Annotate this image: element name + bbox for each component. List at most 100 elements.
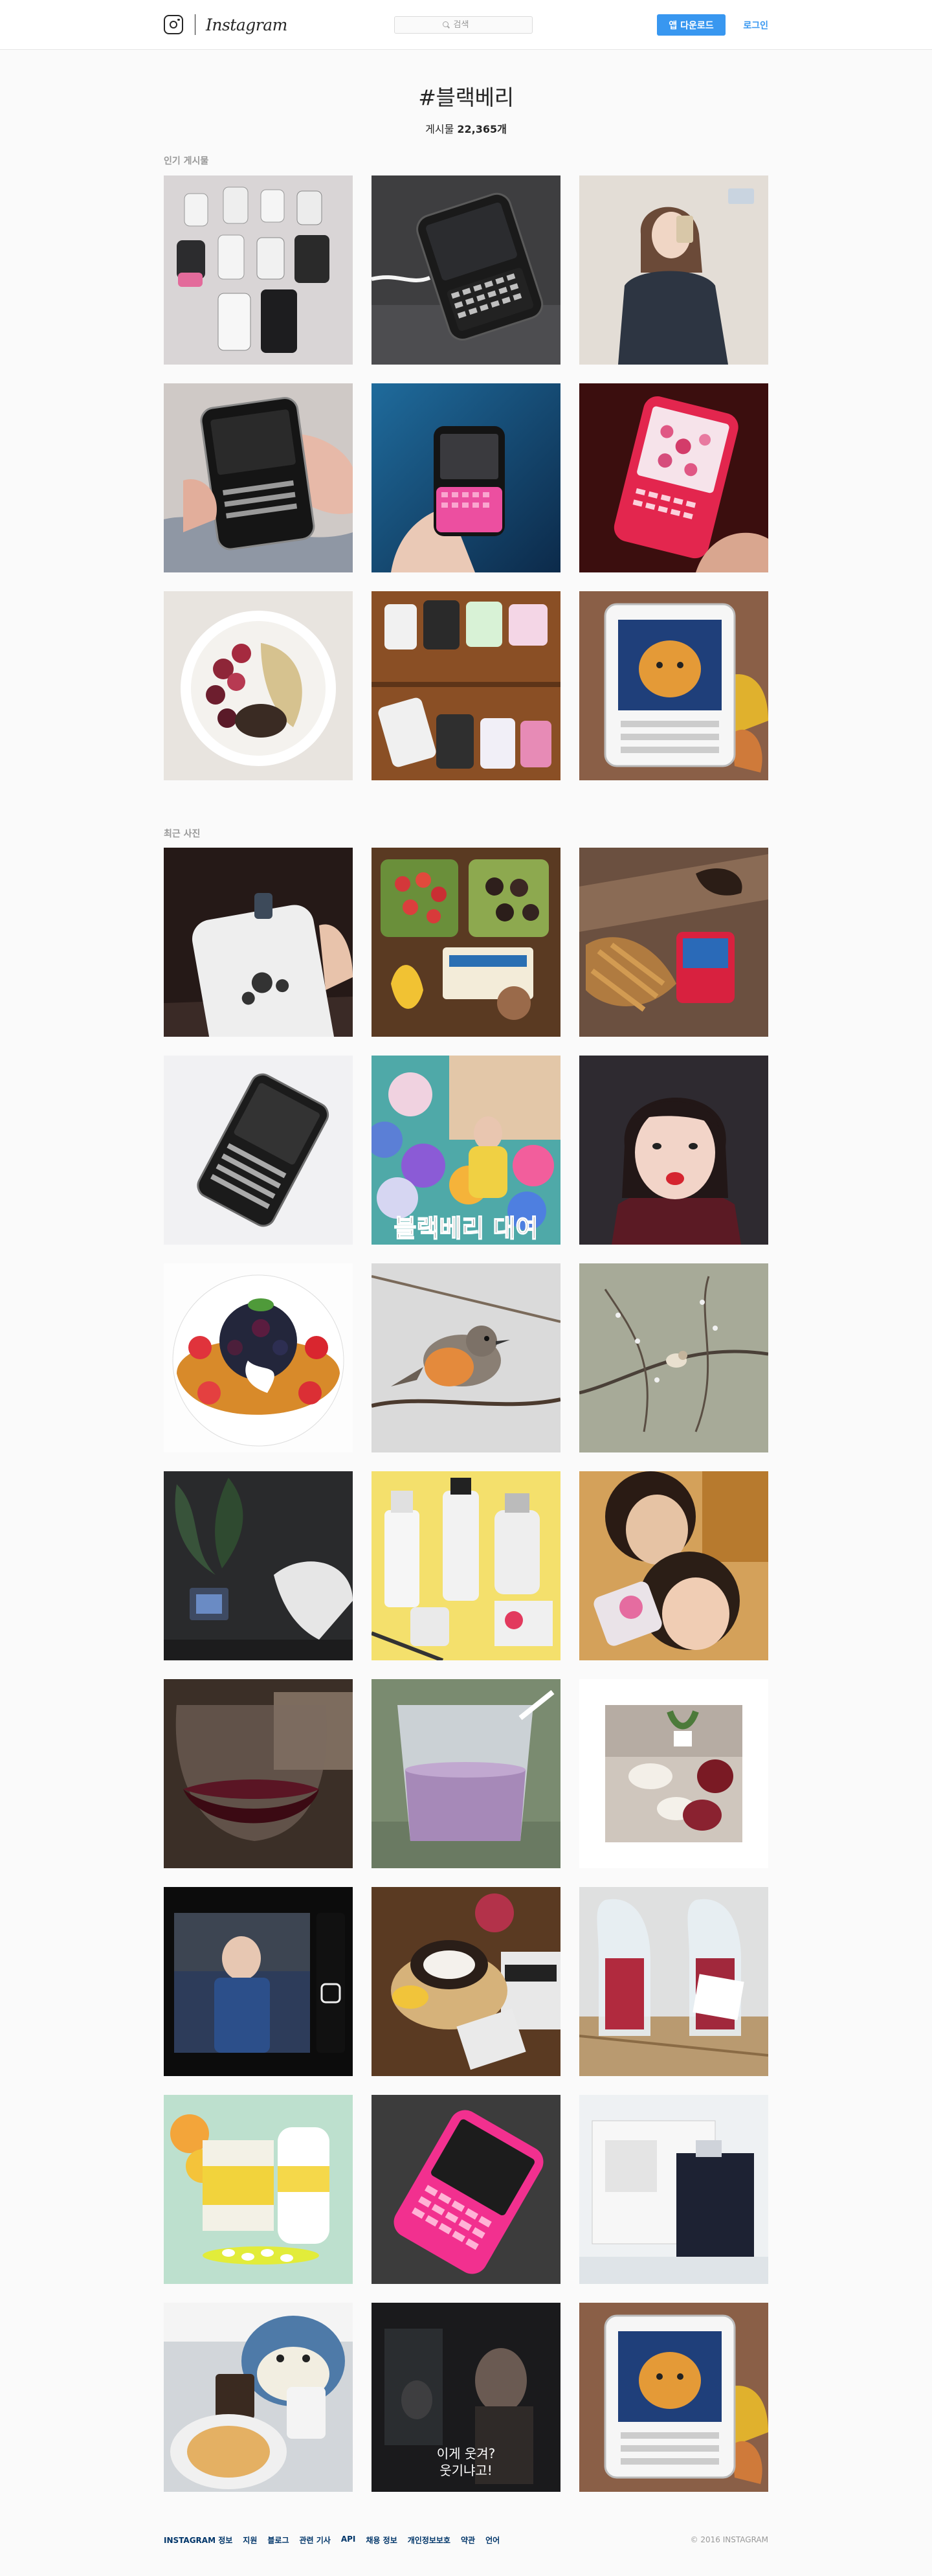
- movie-still-photo: 이게 웃겨? 웃기냐고!: [372, 2303, 560, 2492]
- top-posts-grid: [164, 175, 768, 780]
- post-count-label: 게시물: [425, 123, 454, 135]
- pink-phone-photo: [372, 2095, 560, 2284]
- wine-glass-photo: [164, 1679, 353, 1868]
- post-thumbnail[interactable]: [579, 383, 768, 572]
- post-thumbnail[interactable]: [164, 1887, 353, 2076]
- recent-posts-heading: 최근 사진: [164, 829, 201, 839]
- post-thumbnail[interactable]: [372, 1679, 560, 1868]
- post-thumbnail[interactable]: [579, 1887, 768, 2076]
- phones-collection-photo: [164, 175, 353, 365]
- footer-link-privacy[interactable]: 개인정보보호: [408, 2535, 450, 2546]
- movie-subtitle-line-1: 이게 웃겨?: [437, 2446, 496, 2461]
- instagram-wordmark: Instagram: [206, 15, 287, 34]
- recent-posts-grid: 블랙베리 대여 이게 웃겨? 웃기냐고!: [164, 848, 768, 2492]
- movie-subtitle-line-2: 웃기냐고!: [439, 2463, 493, 2478]
- post-thumbnail[interactable]: [164, 175, 353, 365]
- post-thumbnail[interactable]: [579, 2095, 768, 2284]
- post-thumbnail[interactable]: [372, 848, 560, 1037]
- pink-keyboard-phone-photo: [372, 383, 560, 572]
- post-thumbnail[interactable]: [579, 1263, 768, 1452]
- balloon-photo: 블랙베리 대여: [372, 1056, 560, 1245]
- lunch-box-photo: [372, 848, 560, 1037]
- mirror-selfie-photo: [579, 175, 768, 365]
- red-phone-photo: [579, 383, 768, 572]
- vitamin-photo: [164, 2095, 353, 2284]
- footer-links: INSTAGRAM 정보 지원 블로그 관련 기사 API 채용 정보 개인정보…: [164, 2535, 500, 2546]
- cafe-photo: [164, 2303, 353, 2492]
- post-thumbnail[interactable]: [164, 1263, 353, 1452]
- post-thumbnail[interactable]: [372, 383, 560, 572]
- black-phone-photo: [164, 1056, 353, 1245]
- copyright-text: © 2016 INSTAGRAM: [690, 2535, 768, 2544]
- post-thumbnail[interactable]: [164, 591, 353, 780]
- post-thumbnail[interactable]: [579, 175, 768, 365]
- instagram-home-link[interactable]: Instagram: [164, 13, 287, 36]
- instagram-camera-icon: [164, 15, 183, 34]
- post-thumbnail[interactable]: [372, 2095, 560, 2284]
- post-thumbnail[interactable]: [164, 2095, 353, 2284]
- hashtag-title: #블랙베리: [418, 85, 514, 110]
- white-phone-photo: [164, 848, 353, 1037]
- post-thumbnail[interactable]: [372, 175, 560, 365]
- footer-link-jobs[interactable]: 채용 정보: [366, 2535, 397, 2546]
- post-thumbnail[interactable]: [579, 848, 768, 1037]
- plant-photo: [164, 1471, 353, 1660]
- post-thumbnail[interactable]: [164, 1679, 353, 1868]
- footer-link-terms[interactable]: 약관: [461, 2535, 475, 2546]
- login-link[interactable]: 로그인: [738, 14, 768, 36]
- product-box-photo: [579, 2095, 768, 2284]
- post-thumbnail[interactable]: [372, 591, 560, 780]
- post-thumbnail[interactable]: 이게 웃겨? 웃기냐고!: [372, 2303, 560, 2492]
- footer-link-api[interactable]: API: [341, 2535, 356, 2546]
- phone-screen-photo: [164, 1887, 353, 2076]
- hashtag-header: #블랙베리 게시물 22,365개: [0, 80, 932, 136]
- bird-photo: [372, 1263, 560, 1452]
- post-thumbnail[interactable]: [164, 383, 353, 572]
- waffle-photo: [164, 1263, 353, 1452]
- page-footer: INSTAGRAM 정보 지원 블로그 관련 기사 API 채용 정보 개인정보…: [164, 2532, 768, 2548]
- balloon-caption: 블랙베리 대여: [394, 1214, 538, 1243]
- search-icon: [442, 21, 450, 28]
- footer-link-about[interactable]: INSTAGRAM 정보: [164, 2535, 232, 2546]
- post-count-value: 22,365개: [457, 123, 507, 135]
- phone-collection-table-photo: [372, 591, 560, 780]
- post-thumbnail[interactable]: [164, 2303, 353, 2492]
- footer-link-blog[interactable]: 블로그: [267, 2535, 289, 2546]
- post-thumbnail[interactable]: [579, 1471, 768, 1660]
- post-thumbnail[interactable]: [372, 1887, 560, 2076]
- post-thumbnail[interactable]: [372, 1263, 560, 1452]
- search-box[interactable]: [394, 16, 533, 34]
- phone-charging-photo: [372, 175, 560, 365]
- top-posts-heading: 인기 게시물: [164, 156, 209, 166]
- app-download-button[interactable]: 앱 다운로드: [657, 14, 726, 36]
- selfie-photo: [579, 1056, 768, 1245]
- bird-branch-photo: [579, 1263, 768, 1452]
- footer-link-support[interactable]: 지원: [243, 2535, 257, 2546]
- footer-link-language[interactable]: 언어: [485, 2535, 500, 2546]
- post-thumbnail[interactable]: [372, 1471, 560, 1660]
- smoothie-photo: [372, 1679, 560, 1868]
- cosmetics-photo: [372, 1471, 560, 1660]
- table-photo: [579, 1679, 768, 1868]
- hand-holding-phone-photo: [164, 383, 353, 572]
- post-thumbnail[interactable]: [164, 1056, 353, 1245]
- phone-character-photo-2: [579, 2303, 768, 2492]
- top-navigation-inner: Instagram 앱 다운로드 로그인: [164, 0, 768, 50]
- post-thumbnail[interactable]: [164, 1471, 353, 1660]
- top-navigation-bar: Instagram 앱 다운로드 로그인: [0, 0, 932, 50]
- berry-bowl-photo: [164, 591, 353, 780]
- post-thumbnail[interactable]: 블랙베리 대여: [372, 1056, 560, 1245]
- post-count: 게시물 22,365개: [0, 120, 932, 136]
- drinks-photo: [579, 1887, 768, 2076]
- red-phone-table-photo: [579, 848, 768, 1037]
- sandwich-photo: [372, 1887, 560, 2076]
- phone-character-photo: [579, 591, 768, 780]
- footer-link-press[interactable]: 관련 기사: [300, 2535, 331, 2546]
- couple-photo: [579, 1471, 768, 1660]
- post-thumbnail[interactable]: [579, 591, 768, 780]
- post-thumbnail[interactable]: [579, 1679, 768, 1868]
- search-input[interactable]: [453, 20, 485, 30]
- post-thumbnail[interactable]: [579, 1056, 768, 1245]
- post-thumbnail[interactable]: [164, 848, 353, 1037]
- post-thumbnail[interactable]: [579, 2303, 768, 2492]
